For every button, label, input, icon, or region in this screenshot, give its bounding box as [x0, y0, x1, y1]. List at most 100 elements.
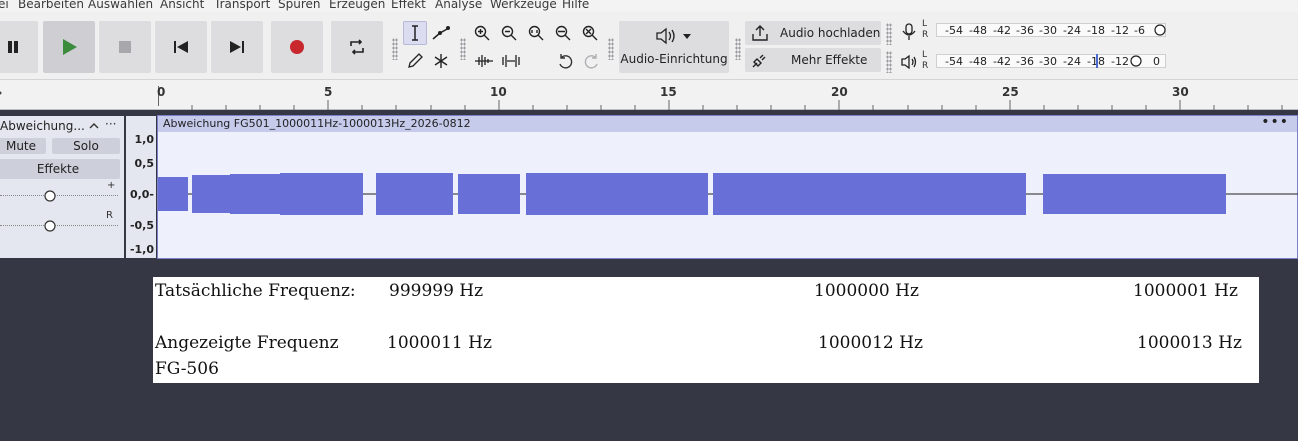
loop-button[interactable] [331, 21, 383, 73]
mute-button[interactable]: Mute [0, 138, 46, 154]
menu-analyze[interactable]: Analyse [435, 0, 482, 11]
ruler-label: 10 [490, 85, 507, 99]
meter-channel-right: R [922, 30, 929, 40]
waveform-segment [376, 173, 453, 215]
scale-label: 0,0- [129, 188, 154, 201]
menu-file[interactable]: ei [0, 0, 9, 11]
effects-button[interactable]: Effekte [0, 159, 120, 179]
zoom-toggle-button[interactable] [578, 21, 602, 45]
displayed-frequency-value: 1000013 Hz [1137, 333, 1242, 353]
menu-select[interactable]: Auswählen [88, 0, 153, 11]
ruler-label: 0 [157, 85, 166, 99]
menu-tools[interactable]: Werkzeuge [490, 0, 557, 11]
meter-tick: -36 [1016, 24, 1034, 37]
frequency-annotation-panel: Tatsächliche Frequenz: 999999 Hz 1000000… [153, 277, 1259, 383]
share-audio-button[interactable]: Audio hochladen [745, 21, 881, 45]
meter-tick: -54 [945, 55, 963, 68]
toolbar-grip[interactable] [608, 38, 614, 60]
more-effects-button[interactable]: Mehr Effekte [745, 48, 881, 72]
upload-icon [752, 25, 768, 41]
gain-slider-handle[interactable] [44, 190, 56, 202]
pause-button[interactable] [0, 21, 38, 73]
toolbar-grip[interactable] [735, 38, 741, 60]
audio-setup-button[interactable]: Audio-Einrichtung [619, 21, 729, 73]
multi-tool-button[interactable] [429, 49, 453, 73]
track-name[interactable]: Abweichung... [0, 119, 85, 133]
pan-slider-handle[interactable] [44, 220, 56, 232]
draw-tool-button[interactable] [403, 49, 427, 73]
play-button[interactable] [43, 21, 95, 73]
skip-to-start-button[interactable] [155, 21, 207, 73]
clip-menu-icon[interactable]: ••• [1261, 114, 1289, 130]
fit-project-button[interactable] [551, 21, 575, 45]
timeline-ruler[interactable]: 0 5 10 15 20 25 30 [0, 80, 1298, 110]
track-menu-icon[interactable]: ··· [105, 117, 116, 131]
record-meter-button[interactable] [897, 20, 921, 44]
redo-icon [584, 54, 598, 69]
fit-selection-button[interactable] [524, 21, 548, 45]
meter-tick: -12 [1111, 55, 1129, 68]
selection-tool-button[interactable] [403, 21, 427, 45]
meter-tick: 0 [1153, 55, 1160, 68]
envelope-icon [432, 26, 450, 40]
menu-edit[interactable]: Bearbeiten [18, 0, 84, 11]
silence-audio-button[interactable] [499, 49, 523, 73]
toolbar-grip[interactable] [460, 38, 466, 60]
clip-title-bar[interactable]: Abweichung FG501_1000011Hz-1000013Hz_202… [158, 114, 1297, 132]
zoom-out-button[interactable] [497, 21, 521, 45]
toolbar-grip[interactable] [392, 38, 398, 60]
playback-meter[interactable]: L R -54 -48 -42 -36 -30 -24 -18 -12 0 [922, 50, 1172, 72]
track-control-panel[interactable]: Abweichung... ··· Mute Solo Effekte + R [0, 116, 124, 258]
gain-plus-label: + [107, 180, 116, 191]
menu-effect[interactable]: Effekt [391, 0, 426, 11]
undo-button[interactable] [553, 49, 577, 73]
audio-clip[interactable]: Abweichung FG501_1000011Hz-1000013Hz_202… [157, 114, 1298, 259]
waveform-segment [280, 173, 363, 215]
envelope-tool-button[interactable] [429, 21, 453, 45]
record-level-slider-icon[interactable] [1154, 24, 1166, 36]
speaker-icon [656, 27, 675, 45]
trim-icon [475, 55, 493, 67]
menu-view[interactable]: Ansicht [160, 0, 204, 11]
play-icon [63, 39, 77, 55]
playback-meter-button[interactable] [897, 50, 921, 74]
meter-tick: -48 [969, 55, 987, 68]
zoom-selection-icon [528, 25, 544, 41]
microphone-icon [902, 23, 916, 40]
toolbar-grip[interactable] [886, 51, 892, 73]
meter-tick: -54 [945, 24, 963, 37]
playback-level-slider-icon[interactable] [1130, 55, 1142, 67]
menu-tracks[interactable]: Spuren [278, 0, 321, 11]
skip-to-end-button[interactable] [211, 21, 263, 73]
playback-position-marker [1096, 54, 1098, 68]
scale-label: 0,5 [134, 157, 155, 170]
record-button[interactable] [271, 21, 323, 73]
meter-tick: -48 [969, 24, 987, 37]
menu-generate[interactable]: Erzeugen [329, 0, 385, 11]
meter-tick: -30 [1039, 24, 1057, 37]
stop-button[interactable] [99, 21, 151, 73]
redo-button[interactable] [580, 49, 604, 73]
trim-audio-button[interactable] [472, 49, 496, 73]
solo-button[interactable]: Solo [52, 138, 120, 154]
collapse-icon[interactable] [89, 122, 99, 129]
record-meter-scale: -54 -48 -42 -36 -30 -24 -18 -12 -6 [936, 23, 1166, 37]
vertical-amplitude-scale[interactable]: 1,0 0,5 0,0- -0,5 -1,0 [126, 116, 156, 258]
meter-channel-right: R [922, 61, 929, 71]
record-meter[interactable]: L R -54 -48 -42 -36 -30 -24 -18 -12 -6 [922, 19, 1172, 41]
actual-frequency-value: 999999 Hz [389, 281, 484, 301]
menu-help[interactable]: Hilfe [562, 0, 589, 11]
ruler-menu-icon[interactable] [0, 89, 4, 97]
ruler-label: 30 [1172, 85, 1189, 99]
gain-slider-track[interactable] [0, 195, 118, 196]
menu-transport[interactable]: Transport [214, 0, 270, 11]
toolbar-grip[interactable] [886, 23, 892, 45]
waveform-segment [1043, 174, 1226, 214]
meter-tick: -36 [1016, 55, 1034, 68]
playback-meter-scale: -54 -48 -42 -36 -30 -24 -18 -12 0 [936, 54, 1166, 68]
pan-slider-track[interactable] [0, 225, 118, 226]
zoom-in-button[interactable] [470, 21, 494, 45]
displayed-frequency-value: 1000012 Hz [818, 333, 923, 353]
waveform-segment [230, 174, 286, 214]
stop-icon [119, 41, 131, 53]
